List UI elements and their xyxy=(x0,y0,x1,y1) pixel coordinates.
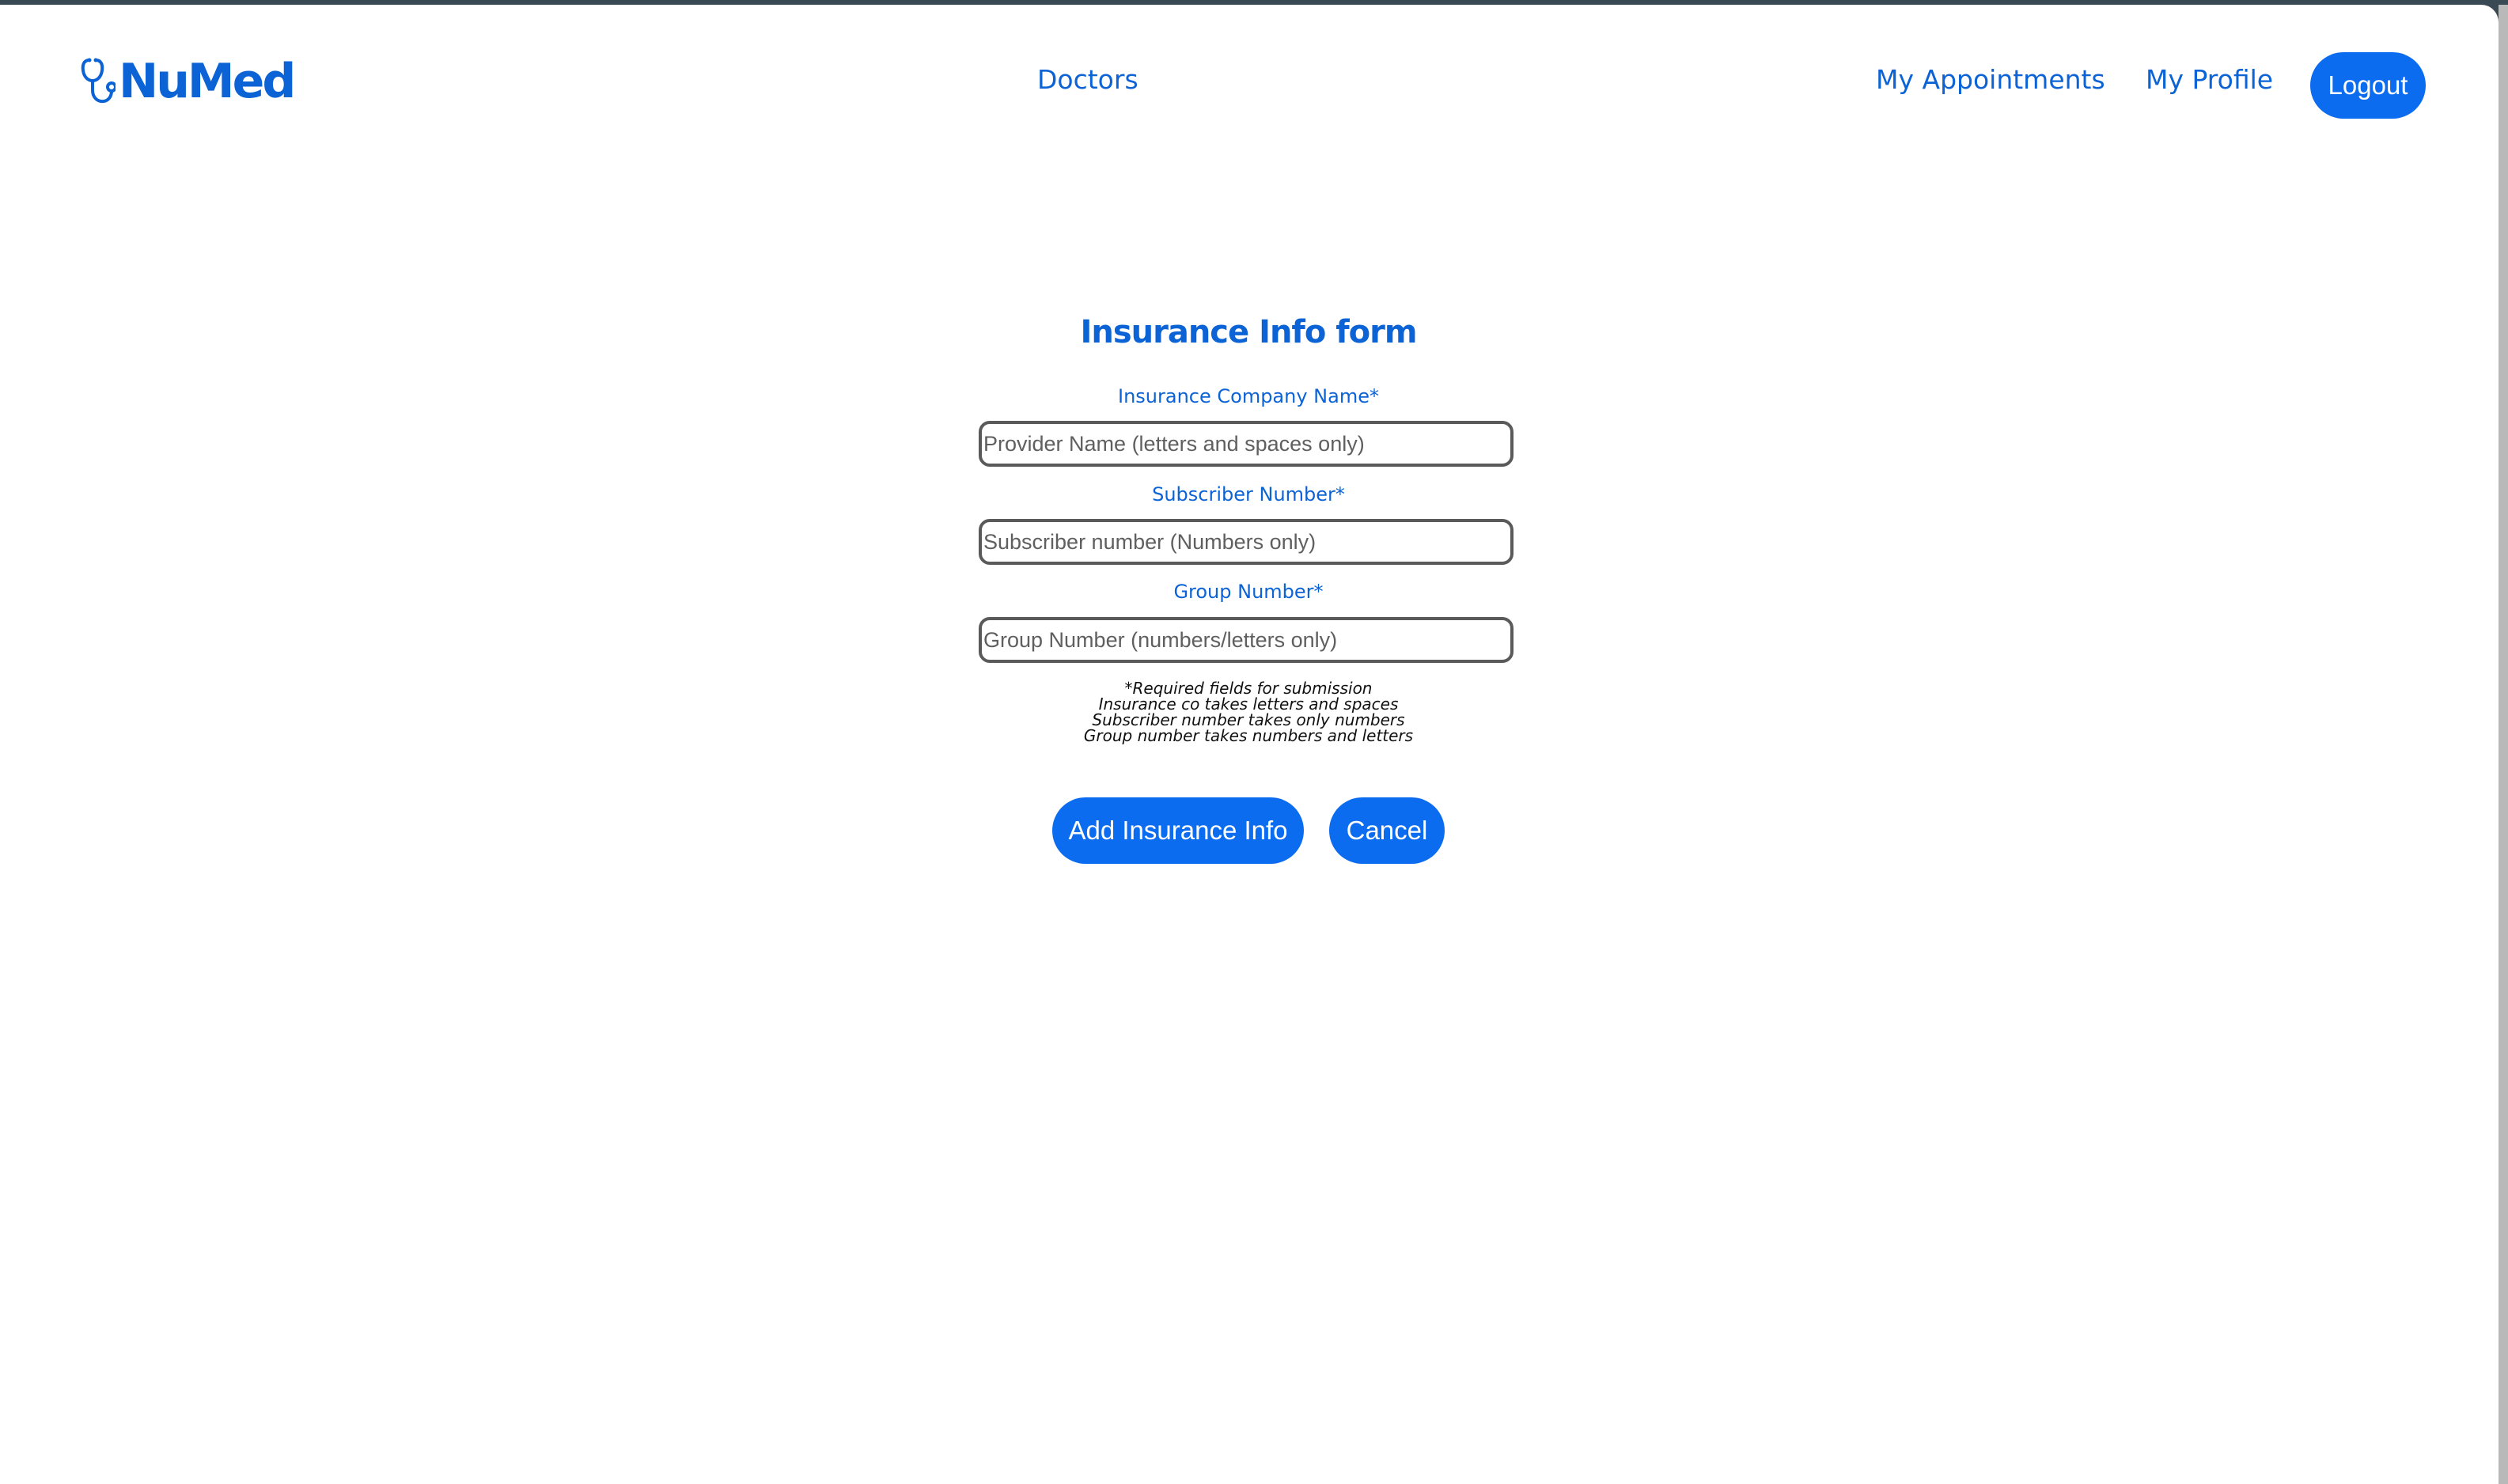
add-insurance-info-button[interactable]: Add Insurance Info xyxy=(1052,797,1304,864)
cancel-button[interactable]: Cancel xyxy=(1329,797,1445,864)
app-window: NuMed Doctors My Appointments My Profile… xyxy=(0,5,2499,1484)
note-subscriber-number-rule: Subscriber number takes only numbers xyxy=(1092,710,1405,729)
logo-link[interactable]: NuMed xyxy=(79,54,296,109)
note-insurance-co-rule: Insurance co takes letters and spaces xyxy=(1098,695,1399,714)
form-title: Insurance Info form xyxy=(1080,314,1417,350)
navbar: NuMed Doctors My Appointments My Profile… xyxy=(0,5,2499,155)
logout-button[interactable]: Logout xyxy=(2310,52,2426,119)
nav-my-appointments-link[interactable]: My Appointments xyxy=(1876,66,2105,93)
stethoscope-icon xyxy=(81,58,116,104)
group-number-label: Group Number* xyxy=(1173,581,1324,603)
nav-my-profile-link[interactable]: My Profile xyxy=(2146,66,2273,93)
insurance-company-name-label: Insurance Company Name* xyxy=(1118,385,1379,407)
form-notes: *Required fields for submission Insuranc… xyxy=(977,680,1520,744)
insurance-company-name-input[interactable] xyxy=(979,421,1514,467)
window-edge xyxy=(2499,5,2508,1484)
brand-name: NuMed xyxy=(119,54,296,109)
note-group-number-rule: Group number takes numbers and letters xyxy=(1083,726,1414,745)
note-required-fields: *Required fields for submission xyxy=(1124,679,1373,698)
subscriber-number-input[interactable] xyxy=(979,519,1514,565)
group-number-input[interactable] xyxy=(979,617,1514,663)
nav-doctors-link[interactable]: Doctors xyxy=(1037,66,1138,93)
subscriber-number-label: Subscriber Number* xyxy=(1152,483,1345,505)
